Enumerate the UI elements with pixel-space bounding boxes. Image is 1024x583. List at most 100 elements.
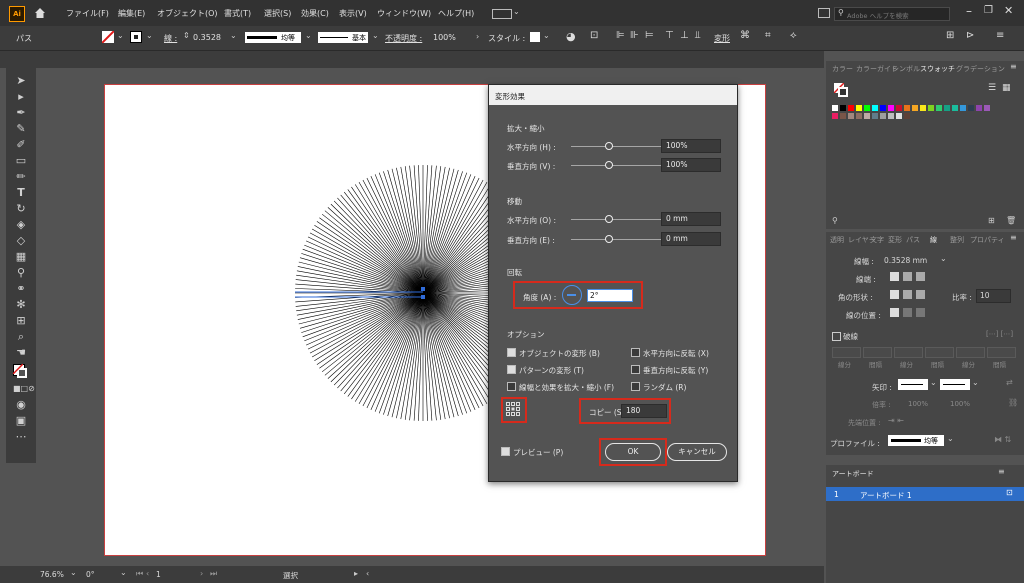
dash-gap-input[interactable]: [832, 347, 861, 358]
type-tool-icon[interactable]: T: [13, 186, 29, 200]
swatch[interactable]: [872, 105, 878, 111]
swap-arrows-icon[interactable]: ⇄: [1006, 378, 1013, 387]
color-mode-icon[interactable]: ■□⊘: [13, 382, 35, 396]
panel-menu-icon[interactable]: ≡: [1010, 62, 1017, 71]
next-artboard-icon[interactable]: ›: [200, 569, 203, 578]
eyedropper-icon[interactable]: ⚲: [13, 266, 29, 280]
swatch[interactable]: [880, 113, 886, 119]
dash-gap-input[interactable]: [987, 347, 1016, 358]
delete-swatch-icon[interactable]: 🗑: [1006, 216, 1016, 225]
swatch[interactable]: [848, 113, 854, 119]
menu-object[interactable]: オブジェクト(O): [157, 8, 218, 19]
round-join-icon[interactable]: [903, 290, 912, 299]
menu-file[interactable]: ファイル(F): [66, 8, 109, 19]
random-checkbox[interactable]: [631, 382, 640, 391]
tab-transparency[interactable]: 透明: [830, 235, 844, 245]
hand-tool-icon[interactable]: ☚: [13, 346, 29, 360]
arrow-end-select[interactable]: [940, 379, 970, 390]
transform-label[interactable]: 変形: [714, 33, 730, 44]
swatch[interactable]: [848, 105, 854, 111]
swatch[interactable]: [960, 105, 966, 111]
shape-builder-icon[interactable]: ◇: [13, 234, 29, 248]
close-icon[interactable]: ✕: [1004, 4, 1013, 17]
butt-cap-icon[interactable]: [890, 272, 899, 281]
zoom-tool-icon[interactable]: ⌕: [13, 330, 29, 344]
dash-gap-input[interactable]: [863, 347, 892, 358]
menu-window[interactable]: ウィンドウ(W): [377, 8, 431, 19]
minimize-icon[interactable]: –: [966, 4, 972, 18]
arrow-align-icons[interactable]: ⇥ ⇤: [888, 416, 904, 425]
swatch[interactable]: [856, 113, 862, 119]
search-field[interactable]: ⚲ Adobe ヘルプを検索: [834, 7, 950, 21]
align-middle-icon[interactable]: ⊥: [680, 30, 689, 41]
swatch[interactable]: [888, 105, 894, 111]
menu-type[interactable]: 書式(T): [224, 8, 251, 19]
align-bottom-icon[interactable]: ⫫: [695, 30, 701, 41]
tab-pathfinder[interactable]: パス: [906, 235, 920, 245]
align-top-icon[interactable]: ⊤: [665, 30, 674, 41]
limit-input[interactable]: 10: [976, 289, 1011, 303]
panel-menu-icon[interactable]: ≡: [1010, 233, 1017, 242]
artboard-icon[interactable]: ⊡: [590, 30, 598, 41]
menu-view[interactable]: 表示(V): [339, 8, 367, 19]
recolor-icon[interactable]: ◕: [566, 30, 576, 43]
h-scale-track[interactable]: [571, 146, 661, 147]
h-scale-input[interactable]: 100%: [661, 139, 721, 153]
swatch[interactable]: [840, 105, 846, 111]
first-artboard-icon[interactable]: ⏮: [136, 569, 143, 579]
artboard-number[interactable]: 1: [156, 570, 161, 579]
anchor-tool-icon[interactable]: ✐: [13, 138, 29, 152]
rectangle-tool-icon[interactable]: ▭: [13, 154, 29, 168]
stepper-icon[interactable]: ⇕: [183, 31, 190, 40]
panel-options-icon[interactable]: ⊞: [946, 30, 954, 41]
align-left-icon[interactable]: ⊫: [616, 30, 625, 41]
selection-tool-icon[interactable]: ➤: [13, 74, 29, 88]
prev-artboard-icon[interactable]: ‹: [146, 569, 149, 578]
tab-stroke[interactable]: 線: [930, 235, 937, 245]
swatch[interactable]: [888, 113, 894, 119]
artboards-tab[interactable]: アートボード: [832, 469, 874, 479]
v-move-knob[interactable]: [605, 235, 613, 243]
h-move-knob[interactable]: [605, 215, 613, 223]
profile-select[interactable]: 均等: [888, 435, 944, 446]
tab-symbols[interactable]: シンボル: [892, 64, 920, 74]
tab-character[interactable]: 文字: [870, 235, 884, 245]
dash-gap-input[interactable]: [925, 347, 954, 358]
dash-gap-input[interactable]: [894, 347, 923, 358]
rotate-tool-icon[interactable]: ↻: [13, 202, 29, 216]
reflect-y-checkbox[interactable]: [631, 365, 640, 374]
v-move-input[interactable]: 0 mm: [661, 232, 721, 246]
swatch[interactable]: [944, 105, 950, 111]
variable-width-profile[interactable]: 均等: [245, 32, 301, 43]
dashed-line-checkbox[interactable]: [832, 332, 841, 341]
projecting-cap-icon[interactable]: [916, 272, 925, 281]
h-move-input[interactable]: 0 mm: [661, 212, 721, 226]
new-swatch-icon[interactable]: ⊞: [988, 216, 995, 225]
panel-menu-icon[interactable]: ≡: [998, 467, 1005, 476]
swatch-libraries-icon[interactable]: ⚲: [832, 216, 838, 225]
tab-properties[interactable]: プロパティ: [970, 235, 1005, 245]
collapse-icon[interactable]: ⊳: [966, 30, 974, 41]
angle-input[interactable]: 2°: [587, 289, 633, 302]
swatch[interactable]: [840, 113, 846, 119]
stroke-swatch[interactable]: [130, 31, 142, 43]
dialog-titlebar[interactable]: 変形効果: [489, 85, 737, 105]
v-scale-knob[interactable]: [605, 161, 613, 169]
swatch[interactable]: [872, 113, 878, 119]
dash-gap-input[interactable]: [956, 347, 985, 358]
graphic-style-swatch[interactable]: [530, 32, 540, 42]
v-scale-track[interactable]: [571, 165, 661, 166]
swatch[interactable]: [928, 105, 934, 111]
more-tools-icon[interactable]: ⋯: [13, 430, 29, 444]
swatch[interactable]: [976, 105, 982, 111]
rotation-value[interactable]: 0°: [86, 570, 95, 579]
weight-value[interactable]: 0.3528 mm: [884, 256, 927, 265]
align-right-icon[interactable]: ⊨: [645, 30, 654, 41]
arrow-scale-start[interactable]: 100%: [908, 400, 928, 408]
align-center-stroke-icon[interactable]: [890, 308, 899, 317]
menu-help[interactable]: ヘルプ(H): [438, 8, 474, 19]
swatch[interactable]: [920, 105, 926, 111]
artboard-options-icon[interactable]: ⊡: [1006, 488, 1013, 497]
menu-icon[interactable]: ≡: [996, 30, 1004, 41]
perspective-tool-icon[interactable]: ▦: [13, 250, 29, 264]
